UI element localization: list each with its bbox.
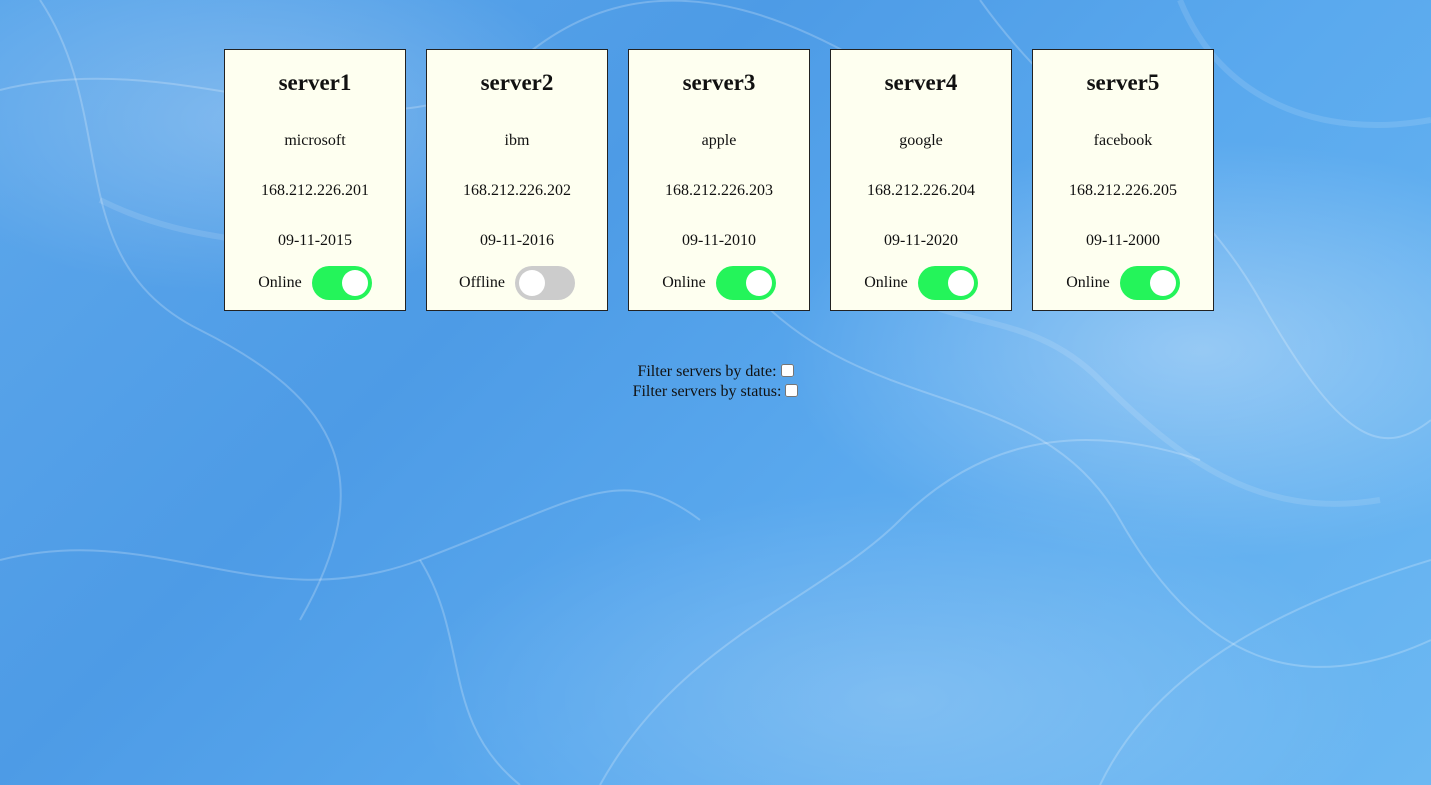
server-ip: 168.212.226.201: [261, 182, 369, 199]
server-ip: 168.212.226.203: [665, 182, 773, 199]
toggle-knob: [1149, 270, 1176, 296]
toggle-knob: [947, 270, 974, 296]
server-name: server5: [1086, 70, 1160, 95]
server-name: server2: [480, 70, 554, 95]
filter-by-status-row: Filter servers by status:: [0, 382, 1431, 402]
server-company: apple: [701, 132, 737, 149]
status-toggle[interactable]: [917, 266, 978, 300]
server-status-label: Online: [662, 274, 706, 291]
filter-by-date-row: Filter servers by date:: [0, 362, 1431, 382]
status-toggle[interactable]: [311, 266, 372, 300]
server-company: ibm: [504, 132, 530, 149]
server-date: 09-11-2000: [1085, 232, 1161, 249]
filter-controls: Filter servers by date: Filter servers b…: [0, 362, 1431, 402]
server-status-row: Online: [831, 266, 1011, 300]
server-ip: 168.212.226.205: [1069, 182, 1177, 199]
status-toggle[interactable]: [514, 266, 575, 300]
filter-by-status-checkbox[interactable]: [785, 383, 799, 397]
server-cards: server1 microsoft 168.212.226.201 09-11-…: [224, 49, 1214, 311]
server-date: 09-11-2016: [479, 232, 555, 249]
server-ip: 168.212.226.204: [867, 182, 975, 199]
server-name: server3: [682, 70, 756, 95]
server-status-row: Offline: [427, 266, 607, 300]
server-status-label: Online: [1066, 274, 1110, 291]
server-date: 09-11-2015: [277, 232, 353, 249]
server-status-label: Offline: [459, 274, 505, 291]
filter-by-status-label: Filter servers by status:: [632, 383, 782, 400]
server-card: server3 apple 168.212.226.203 09-11-2010…: [628, 49, 810, 311]
server-name: server1: [278, 70, 352, 95]
toggle-knob: [518, 270, 545, 296]
server-status-label: Online: [258, 274, 302, 291]
server-status-row: Online: [1033, 266, 1213, 300]
server-status-label: Online: [864, 274, 908, 291]
server-company: microsoft: [284, 132, 346, 149]
server-card: server4 google 168.212.226.204 09-11-202…: [830, 49, 1012, 311]
server-company: google: [899, 132, 943, 149]
server-card: server2 ibm 168.212.226.202 09-11-2016 O…: [426, 49, 608, 311]
status-toggle[interactable]: [1119, 266, 1180, 300]
server-date: 09-11-2010: [681, 232, 757, 249]
filter-by-date-checkbox[interactable]: [780, 363, 794, 377]
server-card: server5 facebook 168.212.226.205 09-11-2…: [1032, 49, 1214, 311]
toggle-knob: [341, 270, 368, 296]
server-date: 09-11-2020: [883, 232, 959, 249]
filter-by-date-label: Filter servers by date:: [637, 363, 777, 380]
server-status-row: Online: [225, 266, 405, 300]
server-status-row: Online: [629, 266, 809, 300]
toggle-knob: [745, 270, 772, 296]
server-name: server4: [884, 70, 958, 95]
server-company: facebook: [1093, 132, 1153, 149]
server-card: server1 microsoft 168.212.226.201 09-11-…: [224, 49, 406, 311]
status-toggle[interactable]: [715, 266, 776, 300]
server-ip: 168.212.226.202: [463, 182, 571, 199]
